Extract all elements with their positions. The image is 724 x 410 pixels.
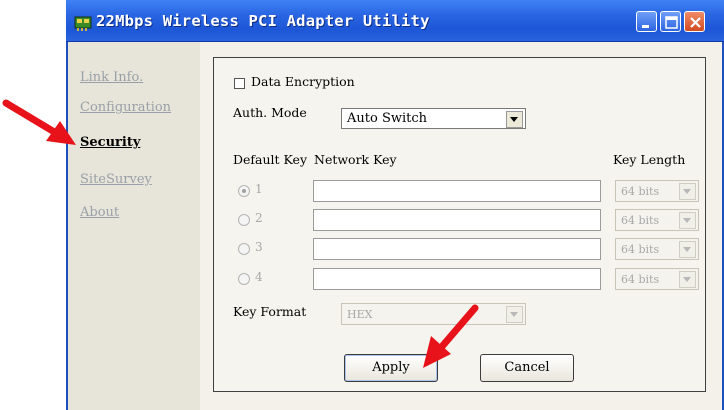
sidebar-item-link-info[interactable]: Link Info. xyxy=(80,70,143,85)
chevron-down-icon[interactable] xyxy=(506,111,523,128)
key-length-select-1[interactable]: 64 bits xyxy=(615,180,699,202)
chevron-down-icon[interactable] xyxy=(679,241,696,258)
network-key-input-2[interactable] xyxy=(313,209,601,231)
sidebar-item-sitesurvey[interactable]: SiteSurvey xyxy=(80,172,152,187)
sidebar-item-configuration[interactable]: Configuration xyxy=(80,100,171,115)
key-length-value-4: 64 bits xyxy=(621,273,660,286)
network-key-input-3[interactable] xyxy=(313,238,601,260)
key-number-4: 4 xyxy=(255,270,263,284)
key-length-header: Key Length xyxy=(613,152,686,167)
key-length-select-2[interactable]: 64 bits xyxy=(615,209,699,231)
chevron-down-icon[interactable] xyxy=(506,306,523,323)
maximize-icon xyxy=(661,12,680,31)
key-length-value-2: 64 bits xyxy=(621,214,660,227)
key-number-3: 3 xyxy=(255,240,263,254)
network-key-header: Network Key xyxy=(314,152,397,167)
auth-mode-select[interactable]: Auto Switch xyxy=(341,108,526,129)
key-format-value: HEX xyxy=(347,308,373,321)
network-adapter-icon xyxy=(74,13,92,31)
key-number-1: 1 xyxy=(255,182,263,196)
maximize-button[interactable] xyxy=(660,11,681,32)
minimize-button[interactable] xyxy=(636,11,657,32)
chevron-down-icon[interactable] xyxy=(679,271,696,288)
default-key-radio-4[interactable] xyxy=(238,273,250,285)
default-key-radio-1[interactable] xyxy=(238,185,250,197)
close-button[interactable] xyxy=(684,11,705,32)
network-key-input-4[interactable] xyxy=(313,268,601,290)
cancel-button[interactable]: Cancel xyxy=(480,354,574,382)
network-key-input-1[interactable] xyxy=(313,180,601,202)
red-arrow-icon xyxy=(2,99,76,145)
auth-mode-label: Auth. Mode xyxy=(233,105,307,120)
key-length-value-1: 64 bits xyxy=(621,185,660,198)
default-key-radio-3[interactable] xyxy=(238,243,250,255)
default-key-radio-2[interactable] xyxy=(238,214,250,226)
auth-mode-value: Auto Switch xyxy=(347,111,428,126)
default-key-header: Default Key xyxy=(233,152,308,167)
key-length-select-3[interactable]: 64 bits xyxy=(615,238,699,260)
close-icon xyxy=(685,12,704,31)
sidebar xyxy=(68,42,200,410)
sidebar-item-security[interactable]: Security xyxy=(80,135,140,150)
chevron-down-icon[interactable] xyxy=(679,183,696,200)
minimize-icon xyxy=(637,12,656,31)
key-length-select-4[interactable]: 64 bits xyxy=(615,268,699,290)
cancel-button-label: Cancel xyxy=(504,360,550,375)
key-number-2: 2 xyxy=(255,211,263,225)
key-format-label: Key Format xyxy=(233,304,307,319)
data-encryption-checkbox[interactable] xyxy=(234,78,245,89)
data-encryption-label: Data Encryption xyxy=(251,74,355,89)
window-title: 22Mbps Wireless PCI Adapter Utility xyxy=(96,12,430,30)
sidebar-item-about[interactable]: About xyxy=(80,205,119,220)
red-arrow-icon xyxy=(423,304,479,368)
key-length-value-3: 64 bits xyxy=(621,243,660,256)
chevron-down-icon[interactable] xyxy=(679,212,696,229)
